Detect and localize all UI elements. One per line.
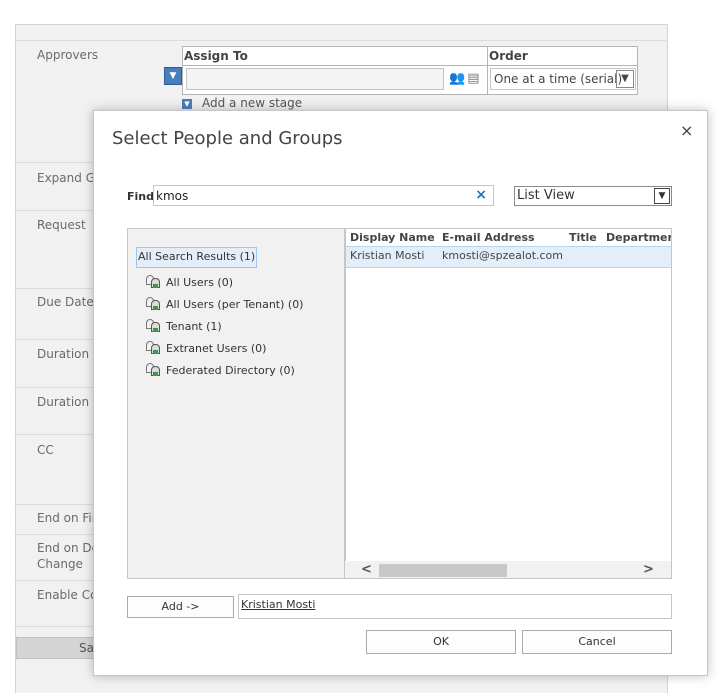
select-people-dialog: Select People and Groups × Find kmos × L…: [93, 110, 708, 676]
tree-item-all-users[interactable]: All Users (0): [146, 275, 233, 289]
add-stage-link[interactable]: Add a new stage: [202, 96, 302, 110]
assign-to-header: Assign To: [184, 49, 248, 63]
check-names-icon[interactable]: 👥: [449, 71, 465, 86]
search-results-tree: All Search Results (1) All Users (0) All…: [127, 228, 345, 579]
tree-item-label: Federated Directory (0): [166, 364, 295, 377]
save-button[interactable]: Sa: [16, 637, 96, 659]
cancel-button[interactable]: Cancel: [522, 630, 672, 654]
label-expand-groups: Expand Gr: [37, 171, 100, 185]
ok-button[interactable]: OK: [366, 630, 516, 654]
tree-item-all-users-per-tenant[interactable]: All Users (per Tenant) (0): [146, 297, 303, 311]
people-picker-icons: 👥 ▤: [449, 71, 479, 86]
form-top-divider: [15, 40, 666, 41]
add-button[interactable]: Add ->: [127, 596, 234, 618]
scrollbar-thumb[interactable]: [379, 564, 507, 577]
added-people-field[interactable]: Kristian Mosti: [238, 594, 672, 619]
label-approvers: Approvers: [37, 48, 99, 62]
find-input-value: kmos: [156, 189, 189, 203]
group-icon: [146, 297, 160, 310]
chevron-left-icon[interactable]: <: [361, 562, 372, 577]
chevron-down-icon: ▼: [654, 188, 670, 204]
tree-item-label: Tenant (1): [166, 320, 222, 333]
label-duration-per-task: Duration F: [37, 347, 100, 361]
label-request: Request: [37, 218, 86, 232]
tree-item-federated-directory[interactable]: Federated Directory (0): [146, 363, 295, 377]
tree-item-extranet-users[interactable]: Extranet Users (0): [146, 341, 266, 355]
result-email[interactable]: kmosti@spzealot.com: [442, 249, 563, 262]
label-enable-content-approval: Enable Co: [37, 588, 98, 602]
column-header-department[interactable]: Departmen: [606, 231, 671, 244]
clear-icon[interactable]: ×: [475, 187, 487, 203]
assign-to-input[interactable]: [186, 68, 444, 90]
label-end-on-document-change: End on Do: [37, 541, 99, 555]
label-duration-units: Duration U: [37, 395, 102, 409]
field-divider: [15, 580, 93, 581]
tree-item-label: All Users (per Tenant) (0): [166, 298, 304, 311]
panel-divider: [345, 229, 346, 578]
results-list: Display Name E-mail Address Title Depart…: [345, 228, 672, 579]
table-header-divider: [182, 65, 638, 66]
field-divider: [15, 387, 93, 388]
group-icon: [146, 319, 160, 332]
field-divider: [15, 288, 93, 289]
table-column-divider: [487, 46, 488, 95]
field-divider: [15, 434, 93, 435]
field-divider: [15, 504, 93, 505]
column-header-title[interactable]: Title: [569, 231, 597, 244]
label-end-on-document-change-line2: Change: [37, 557, 83, 571]
field-divider: [15, 534, 93, 535]
tree-item-tenant[interactable]: Tenant (1): [146, 319, 222, 333]
field-divider: [15, 162, 93, 163]
dialog-title: Select People and Groups: [112, 128, 343, 149]
find-label: Find: [127, 190, 154, 203]
group-icon: [146, 341, 160, 354]
chevron-down-icon: ▼: [616, 70, 634, 88]
column-header-email[interactable]: E-mail Address: [442, 231, 535, 244]
view-select-value: List View: [517, 188, 575, 203]
group-icon: [146, 363, 160, 376]
column-header-display-name[interactable]: Display Name: [350, 231, 435, 244]
view-select[interactable]: List View ▼: [514, 186, 672, 206]
tree-item-all-search-results[interactable]: All Search Results (1): [136, 247, 258, 268]
address-book-icon[interactable]: ▤: [467, 71, 479, 86]
close-icon[interactable]: ×: [680, 121, 693, 140]
tree-item-label: Extranet Users (0): [166, 342, 267, 355]
tree-item-label: All Users (0): [166, 276, 234, 289]
added-person[interactable]: Kristian Mosti: [241, 598, 315, 611]
field-divider: [15, 339, 93, 340]
order-select-value: One at a time (serial): [494, 72, 623, 86]
order-header: Order: [489, 49, 528, 63]
horizontal-scrollbar[interactable]: < >: [345, 561, 671, 578]
chevron-down-icon[interactable]: ▼: [164, 67, 182, 85]
field-divider: [15, 626, 93, 627]
save-button-label: Sa: [79, 641, 94, 655]
label-cc: CC: [37, 443, 54, 457]
add-stage-icon[interactable]: ▼: [182, 99, 192, 109]
chevron-right-icon[interactable]: >: [643, 562, 654, 577]
group-icon: [146, 275, 160, 288]
order-select[interactable]: One at a time (serial) ▼: [490, 68, 636, 90]
label-end-on-first-rejection: End on Fir: [37, 511, 97, 525]
find-input[interactable]: kmos ×: [153, 185, 494, 206]
field-divider: [15, 210, 93, 211]
result-display-name[interactable]: Kristian Mosti: [350, 249, 424, 262]
